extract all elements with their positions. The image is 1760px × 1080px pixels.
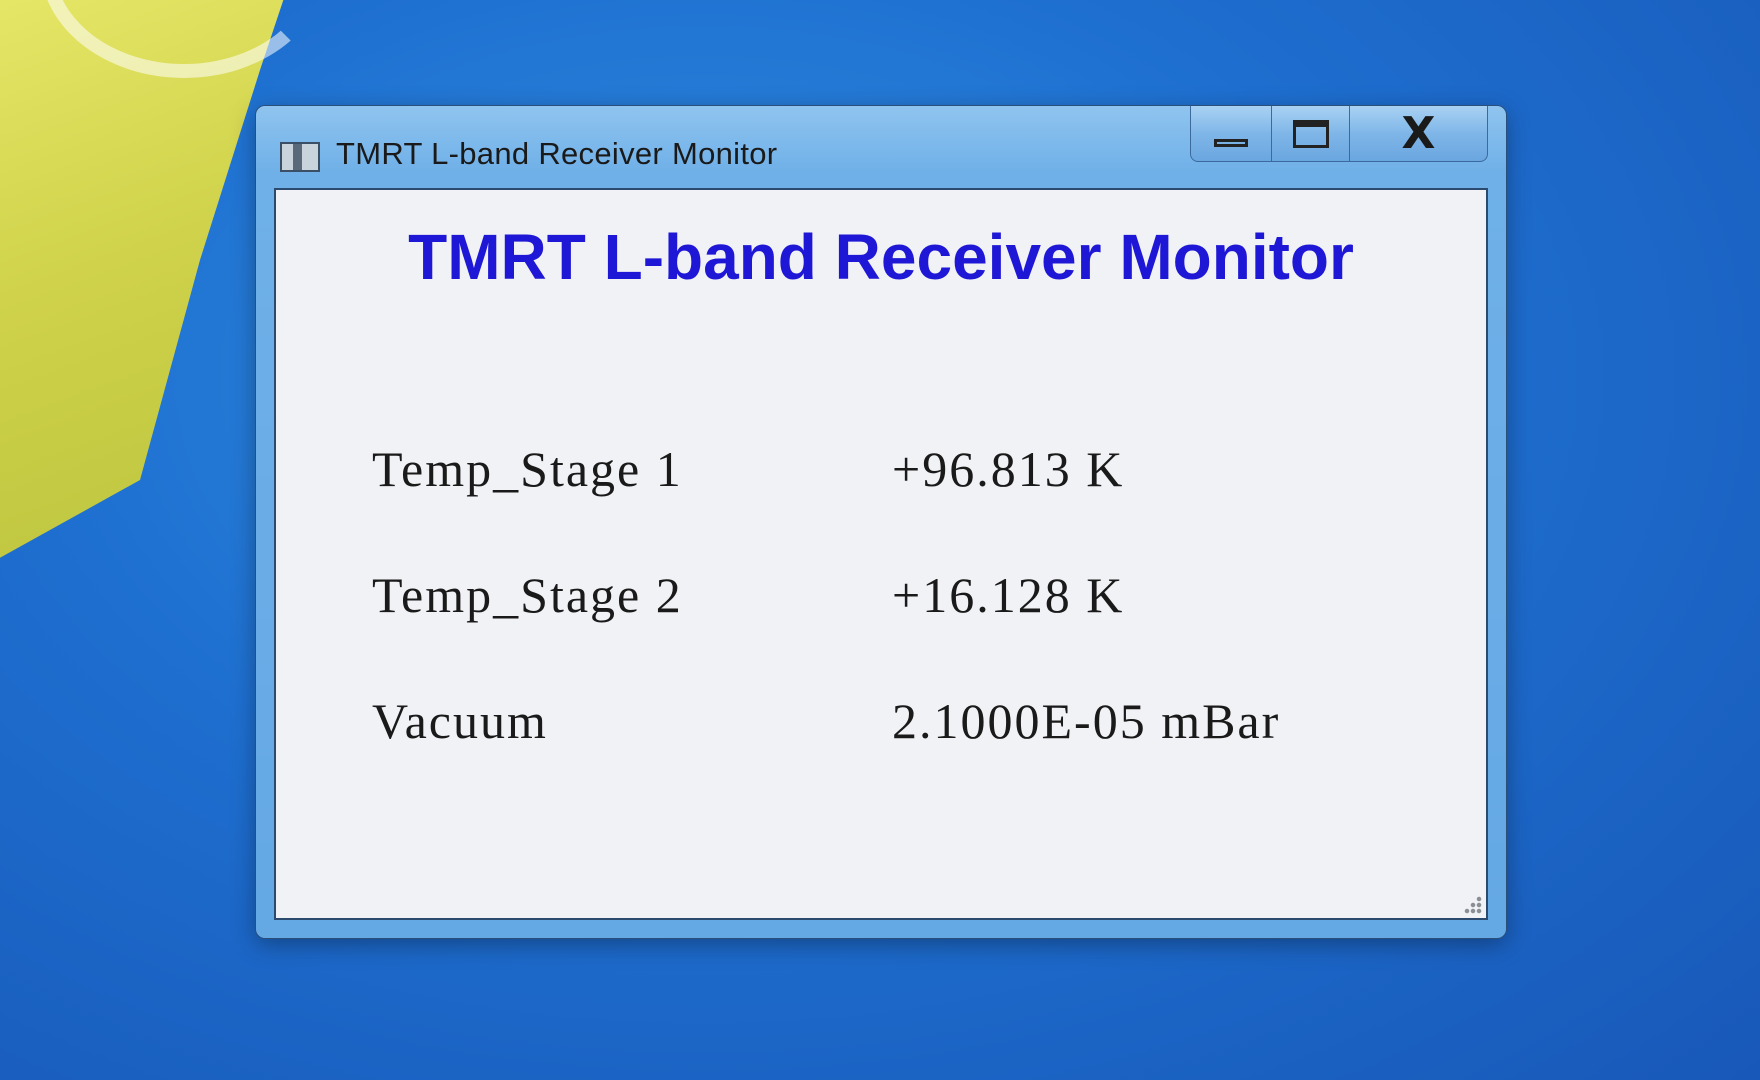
reading-row-temp-stage-1: Temp_Stage 1 +96.813 K: [372, 440, 1280, 566]
monitor-heading: TMRT L-band Receiver Monitor: [408, 221, 1354, 293]
reading-row-temp-stage-2: Temp_Stage 2 +16.128 K: [372, 566, 1280, 692]
reading-label: Temp_Stage 2: [372, 567, 683, 623]
maximize-icon: [1292, 119, 1329, 148]
minimize-button[interactable]: [1190, 106, 1272, 162]
readings-list: Temp_Stage 1 +96.813 K Temp_Stage 2 +16.…: [372, 440, 1280, 818]
caption-buttons: X: [1190, 106, 1488, 162]
close-button[interactable]: X: [1350, 106, 1488, 162]
resize-grip-icon[interactable]: [1460, 892, 1482, 914]
maximize-button[interactable]: [1272, 106, 1350, 162]
window-client-area: TMRT L-band Receiver Monitor Temp_Stage …: [274, 188, 1488, 920]
app-window-icon[interactable]: [280, 142, 320, 172]
window-title: TMRT L-band Receiver Monitor: [336, 136, 778, 171]
reading-label: Vacuum: [372, 693, 548, 749]
minimize-icon: [1214, 138, 1248, 147]
reading-value: +16.128 K: [892, 567, 1125, 623]
window-titlebar[interactable]: TMRT L-band Receiver Monitor X: [256, 106, 1506, 188]
close-icon: X: [1401, 107, 1436, 159]
reading-value: +96.813 K: [892, 441, 1125, 497]
monitor-window[interactable]: TMRT L-band Receiver Monitor X TMRT L-ba…: [256, 106, 1506, 938]
reading-row-vacuum: Vacuum 2.1000E-05 mBar: [372, 692, 1280, 818]
reading-label: Temp_Stage 1: [372, 441, 683, 497]
reading-value: 2.1000E-05 mBar: [892, 693, 1281, 749]
